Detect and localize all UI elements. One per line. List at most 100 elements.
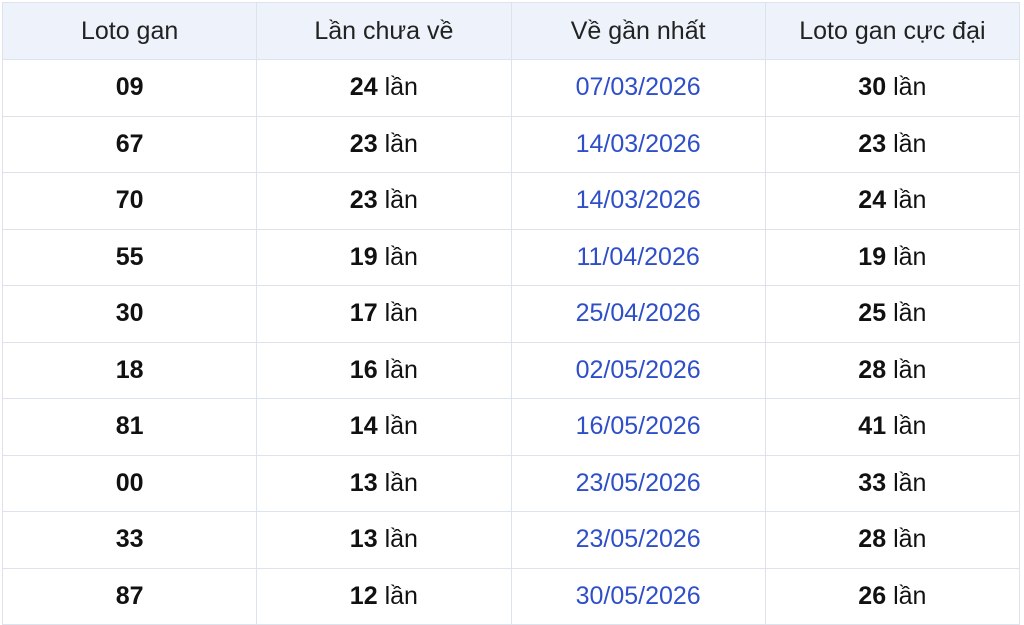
- table-row: 09 24 lần 07/03/2026 30 lần: [1, 59, 1021, 117]
- max-gan-cell: 24 lần: [764, 172, 1021, 230]
- table-row: 67 23 lần 14/03/2026 23 lần: [1, 115, 1021, 173]
- column-header-max-gan: Loto gan cực đại: [764, 2, 1021, 60]
- loto-number-cell: 33: [1, 511, 258, 569]
- column-header-loto: Loto gan: [1, 2, 258, 60]
- max-gan-cell: 23 lần: [764, 115, 1021, 173]
- loto-number: 30: [115, 299, 144, 328]
- table-row: 81 14 lần 16/05/2026 41 lần: [1, 398, 1021, 456]
- max-gan-cell: 41 lần: [764, 398, 1021, 456]
- missed-count: 14: [349, 412, 378, 441]
- table-row: 00 13 lần 23/05/2026 33 lần: [1, 454, 1021, 512]
- max-gan-count: 25: [858, 299, 887, 328]
- missed-unit: lần: [384, 525, 418, 554]
- missed-count-cell: 23 lần: [256, 172, 512, 230]
- max-gan-unit: lần: [893, 468, 927, 497]
- max-gan-count: 33: [858, 468, 887, 497]
- table-body: 09 24 lần 07/03/2026 30 lần 67 23 lần 14/03/20…: [1, 59, 1021, 625]
- missed-count: 19: [349, 242, 378, 271]
- loto-number: 67: [115, 129, 144, 158]
- max-gan-cell: 28 lần: [764, 511, 1021, 569]
- max-gan-unit: lần: [893, 525, 927, 554]
- missed-count: 12: [349, 581, 378, 610]
- missed-unit: lần: [384, 186, 418, 215]
- loto-number: 00: [115, 468, 144, 497]
- max-gan-unit: lần: [893, 581, 927, 610]
- loto-number: 09: [115, 73, 144, 102]
- max-gan-cell: 33 lần: [764, 454, 1021, 512]
- max-gan-count: 23: [858, 129, 887, 158]
- max-gan-unit: lần: [893, 299, 927, 328]
- missed-count: 16: [349, 355, 378, 384]
- table-row: 18 16 lần 02/05/2026 28 lần: [1, 341, 1021, 399]
- missed-count: 13: [349, 525, 378, 554]
- max-gan-cell: 28 lần: [764, 341, 1021, 399]
- max-gan-count: 28: [858, 525, 887, 554]
- loto-number-cell: 55: [1, 228, 258, 286]
- max-gan-count: 41: [858, 412, 887, 441]
- header-row: Loto gan Lần chưa về Về gần nhất Loto ga…: [1, 2, 1021, 60]
- max-gan-unit: lần: [893, 412, 927, 441]
- table-row: 55 19 lần 11/04/2026 19 lần: [1, 228, 1021, 286]
- max-gan-unit: lần: [893, 186, 927, 215]
- loto-number-cell: 30: [1, 285, 258, 343]
- missed-count-cell: 24 lần: [256, 59, 512, 117]
- loto-number: 33: [115, 525, 144, 554]
- table-row: 33 13 lần 23/05/2026 28 lần: [1, 511, 1021, 569]
- missed-count: 17: [349, 299, 378, 328]
- last-seen-date: 23/05/2026: [510, 454, 766, 512]
- missed-unit: lần: [384, 242, 418, 271]
- last-seen-date: 14/03/2026: [510, 115, 766, 173]
- missed-unit: lần: [384, 355, 418, 384]
- missed-count: 13: [349, 468, 378, 497]
- loto-number-cell: 70: [1, 172, 258, 230]
- max-gan-unit: lần: [893, 129, 927, 158]
- missed-unit: lần: [384, 581, 418, 610]
- loto-number-cell: 00: [1, 454, 258, 512]
- loto-number-cell: 87: [1, 567, 258, 625]
- last-seen-date: 11/04/2026: [510, 228, 766, 286]
- loto-number: 70: [115, 186, 144, 215]
- max-gan-count: 26: [858, 581, 887, 610]
- max-gan-unit: lần: [893, 73, 927, 102]
- last-seen-date: 14/03/2026: [510, 172, 766, 230]
- max-gan-count: 19: [858, 242, 887, 271]
- max-gan-cell: 19 lần: [764, 228, 1021, 286]
- last-seen-date: 02/05/2026: [510, 341, 766, 399]
- missed-unit: lần: [384, 299, 418, 328]
- last-seen-date: 23/05/2026: [510, 511, 766, 569]
- missed-count: 24: [349, 73, 378, 102]
- missed-count-cell: 17 lần: [256, 285, 512, 343]
- loto-gan-table: Loto gan Lần chưa về Về gần nhất Loto ga…: [1, 2, 1021, 625]
- missed-unit: lần: [384, 73, 418, 102]
- missed-count-cell: 23 lần: [256, 115, 512, 173]
- max-gan-count: 30: [858, 73, 887, 102]
- column-header-missed: Lần chưa về: [256, 2, 512, 60]
- max-gan-unit: lần: [893, 355, 927, 384]
- table-row: 87 12 lần 30/05/2026 26 lần: [1, 567, 1021, 625]
- last-seen-date: 30/05/2026: [510, 567, 766, 625]
- missed-count-cell: 19 lần: [256, 228, 512, 286]
- column-header-last-seen: Về gần nhất: [510, 2, 766, 60]
- missed-count-cell: 14 lần: [256, 398, 512, 456]
- loto-number-cell: 09: [1, 59, 258, 117]
- missed-count-cell: 16 lần: [256, 341, 512, 399]
- max-gan-cell: 30 lần: [764, 59, 1021, 117]
- max-gan-count: 28: [858, 355, 887, 384]
- loto-number: 18: [115, 355, 144, 384]
- loto-number: 55: [115, 242, 144, 271]
- last-seen-date: 25/04/2026: [510, 285, 766, 343]
- missed-count-cell: 13 lần: [256, 454, 512, 512]
- missed-unit: lần: [384, 468, 418, 497]
- missed-unit: lần: [384, 412, 418, 441]
- loto-number-cell: 18: [1, 341, 258, 399]
- missed-count: 23: [349, 129, 378, 158]
- missed-count: 23: [349, 186, 378, 215]
- missed-count-cell: 13 lần: [256, 511, 512, 569]
- page: Loto gan Lần chưa về Về gần nhất Loto ga…: [0, 0, 1024, 625]
- loto-number: 87: [115, 581, 144, 610]
- missed-unit: lần: [384, 129, 418, 158]
- max-gan-cell: 25 lần: [764, 285, 1021, 343]
- max-gan-unit: lần: [893, 242, 927, 271]
- table-header: Loto gan Lần chưa về Về gần nhất Loto ga…: [1, 2, 1021, 60]
- last-seen-date: 07/03/2026: [510, 59, 766, 117]
